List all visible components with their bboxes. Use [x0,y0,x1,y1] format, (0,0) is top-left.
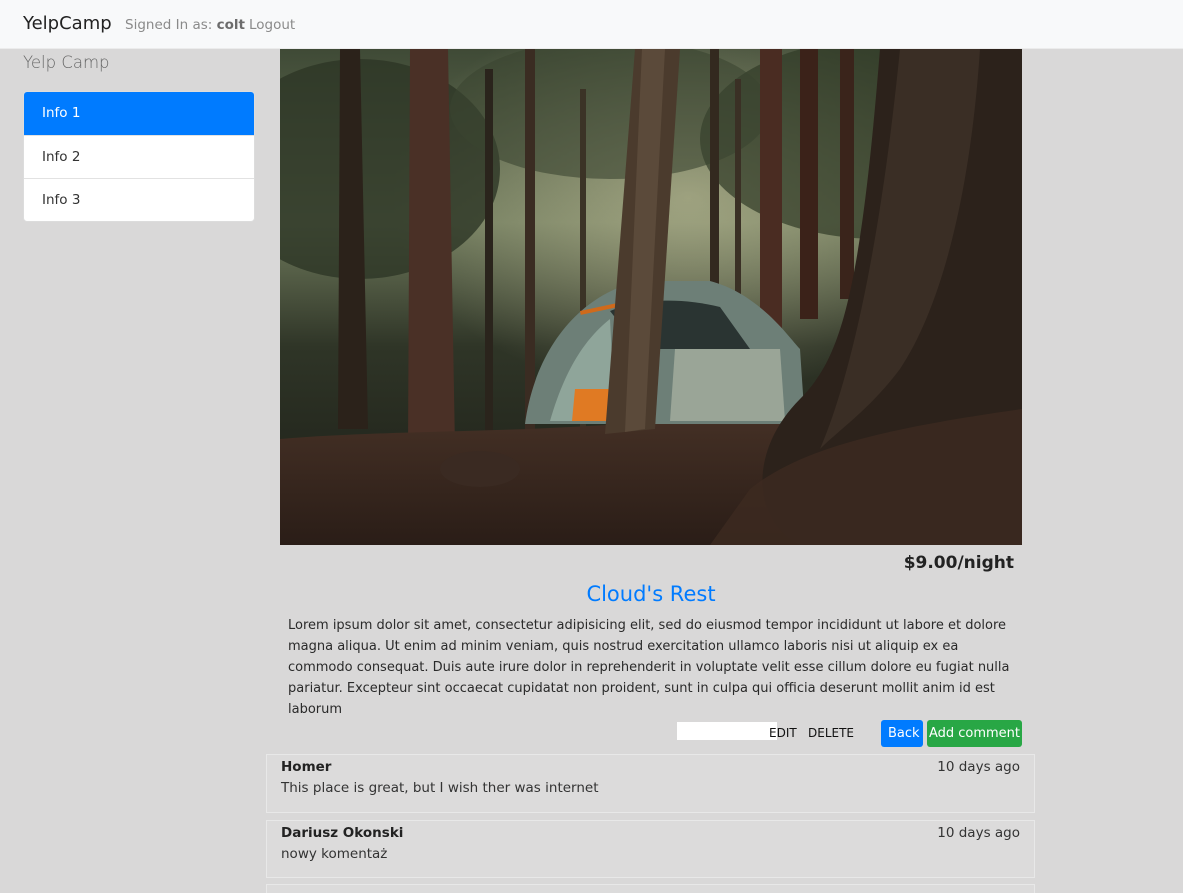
comment-timestamp: 10 days ago [937,759,1020,775]
sidebar-list: Info 1 Info 2 Info 3 [23,91,255,222]
edit-button[interactable]: EDIT [769,726,797,740]
sidebar-title: Yelp Camp [23,53,110,72]
signed-in-username: colt [216,17,245,33]
logout-link[interactable]: Logout [249,17,295,33]
comment-author: Homer [281,759,332,775]
blank-field [677,722,777,740]
comment-card: Dariusz Okonski 10 days ago nowy komenta… [266,820,1035,878]
signed-in-prefix: Signed In as: [125,17,213,33]
add-comment-button[interactable]: Add comment [927,720,1022,747]
delete-button[interactable]: DELETE [808,726,854,740]
sidebar-item-info-3[interactable]: Info 3 [24,178,254,221]
comment-card: Homer 10 days ago This place is great, b… [266,754,1035,813]
campground-title[interactable]: Cloud's Rest [280,582,1022,606]
signed-in-status: Signed In as: colt [125,17,245,33]
comment-timestamp: 10 days ago [937,825,1020,841]
comment-author: Dariusz Okonski [281,825,404,841]
navbar: YelpCamp Signed In as: colt Logout [0,0,1183,49]
campground-description: Lorem ipsum dolor sit amet, consectetur … [288,618,1010,717]
campground-image [280,49,1022,545]
sidebar-item-info-2[interactable]: Info 2 [24,135,254,178]
back-button[interactable]: Back [881,720,923,747]
sidebar-item-info-1[interactable]: Info 1 [24,92,254,135]
campground-price: $9.00/night [903,553,1014,573]
comment-card-partial [266,884,1035,893]
comment-text: nowy komentaż [281,846,388,862]
comment-text: This place is great, but I wish ther was… [281,780,599,796]
brand-link[interactable]: YelpCamp [23,13,112,34]
